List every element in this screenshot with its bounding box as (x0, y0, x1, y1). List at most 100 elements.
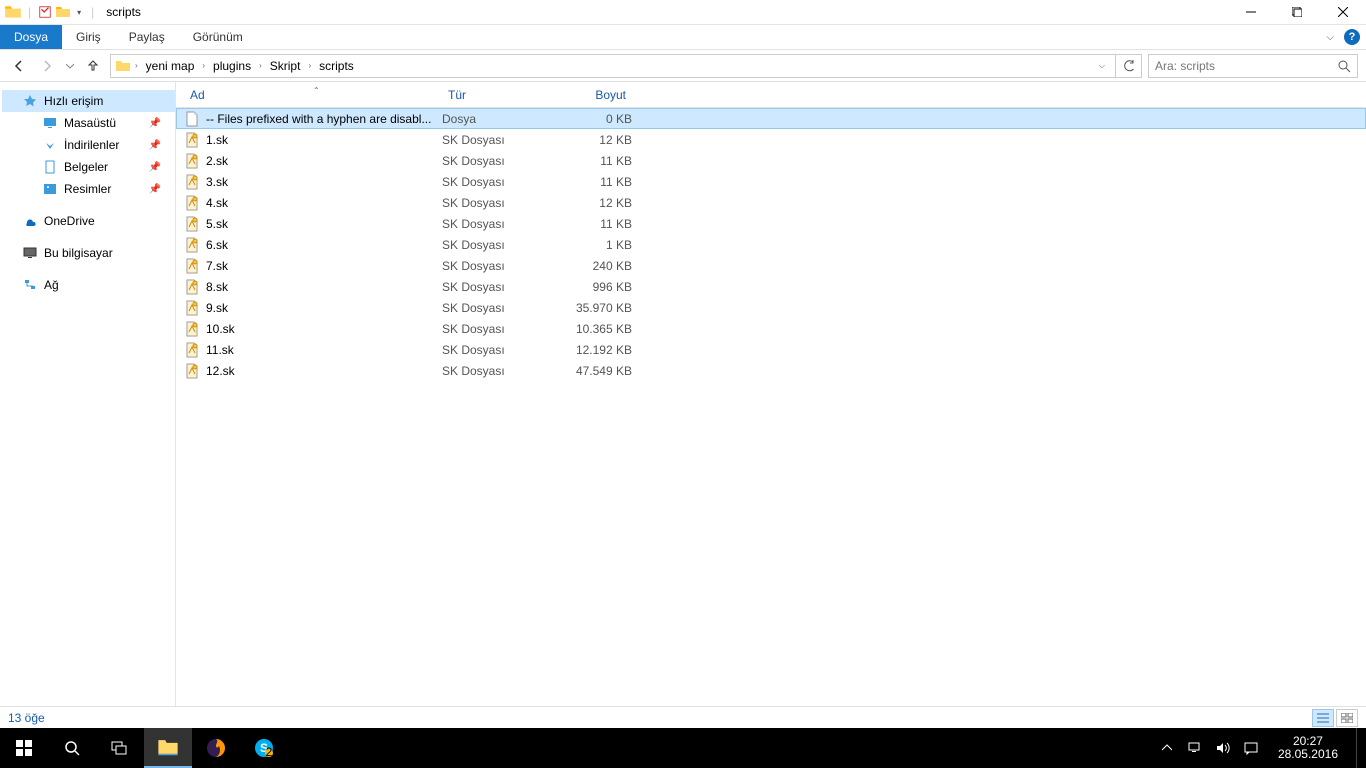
start-button[interactable] (0, 728, 48, 768)
chevron-right-icon[interactable]: › (133, 61, 140, 70)
table-row[interactable]: 5.skSK Dosyası11 KB (176, 213, 1366, 234)
column-headers: Ad⌃ Tür Boyut (176, 82, 1366, 108)
close-button[interactable] (1320, 0, 1366, 25)
file-name: 10.sk (206, 322, 442, 336)
file-name: 7.sk (206, 259, 442, 273)
file-size: 11 KB (562, 217, 632, 231)
qat-dropdown-icon[interactable]: ▾ (77, 8, 81, 17)
column-name[interactable]: Ad⌃ (184, 88, 442, 102)
file-name: 12.sk (206, 364, 442, 378)
view-icons-button[interactable] (1336, 709, 1358, 727)
taskview-button[interactable] (96, 728, 144, 768)
file-size: 10.365 KB (562, 322, 632, 336)
pin-icon: 📌 (149, 140, 161, 151)
address-dropdown-icon[interactable]: ⌵ (1093, 61, 1111, 71)
sidebar-item-network[interactable]: Ağ (2, 274, 175, 296)
table-row[interactable]: 11.skSK Dosyası12.192 KB (176, 339, 1366, 360)
minimize-button[interactable] (1228, 0, 1274, 25)
sidebar-item-label: Resimler (64, 182, 111, 196)
tab-file[interactable]: Dosya (0, 25, 62, 49)
table-row[interactable]: 2.skSK Dosyası11 KB (176, 150, 1366, 171)
tray-network-icon[interactable] (1186, 739, 1204, 757)
view-details-button[interactable] (1312, 709, 1334, 727)
pin-icon: 📌 (149, 162, 161, 173)
file-type: SK Dosyası (442, 322, 562, 336)
desktop-icon (42, 115, 58, 131)
table-row[interactable]: 10.skSK Dosyası10.365 KB (176, 318, 1366, 339)
help-icon[interactable]: ? (1344, 29, 1360, 45)
table-row[interactable]: 3.skSK Dosyası11 KB (176, 171, 1366, 192)
sidebar-item-downloads[interactable]: İndirilenler 📌 (2, 134, 175, 156)
tab-view[interactable]: Görünüm (179, 25, 257, 49)
column-type[interactable]: Tür (442, 88, 562, 102)
file-size: 996 KB (562, 280, 632, 294)
ribbon-collapse-icon[interactable]: ⌵ (1326, 32, 1334, 43)
up-button[interactable] (82, 54, 104, 78)
file-size: 12 KB (562, 133, 632, 147)
chevron-right-icon[interactable]: › (306, 61, 313, 70)
table-row[interactable]: 8.skSK Dosyası996 KB (176, 276, 1366, 297)
taskbar-firefox[interactable] (192, 728, 240, 768)
file-type: Dosya (442, 112, 562, 126)
file-name: 6.sk (206, 238, 442, 252)
breadcrumb-segment[interactable]: yeni map (142, 57, 199, 75)
tray-notifications-icon[interactable] (1242, 739, 1260, 757)
sk-file-icon (184, 258, 200, 274)
status-bar: 13 öğe (0, 706, 1366, 728)
maximize-button[interactable] (1274, 0, 1320, 25)
file-type: SK Dosyası (442, 238, 562, 252)
file-size: 12 KB (562, 196, 632, 210)
pin-icon: 📌 (149, 118, 161, 129)
sidebar-item-documents[interactable]: Belgeler 📌 (2, 156, 175, 178)
sk-file-icon (184, 216, 200, 232)
tray-volume-icon[interactable] (1214, 739, 1232, 757)
table-row[interactable]: 1.skSK Dosyası12 KB (176, 129, 1366, 150)
chevron-right-icon[interactable]: › (257, 61, 264, 70)
forward-button[interactable] (36, 54, 58, 78)
sk-file-icon (184, 237, 200, 253)
sidebar-quick-access[interactable]: Hızlı erişim (2, 90, 175, 112)
refresh-button[interactable] (1116, 54, 1142, 78)
taskbar-clock[interactable]: 20:27 28.05.2016 (1270, 735, 1346, 761)
breadcrumb-segment[interactable]: plugins (209, 57, 255, 75)
search-input[interactable]: Ara: scripts (1148, 54, 1358, 78)
search-button[interactable] (48, 728, 96, 768)
chevron-right-icon[interactable]: › (200, 61, 207, 70)
sidebar-item-desktop[interactable]: Masaüstü 📌 (2, 112, 175, 134)
taskbar: S2 20:27 28.05.2016 (0, 728, 1366, 768)
file-type: SK Dosyası (442, 154, 562, 168)
table-row[interactable]: -- Files prefixed with a hyphen are disa… (176, 108, 1366, 129)
sk-file-icon (184, 174, 200, 190)
sidebar-item-thispc[interactable]: Bu bilgisayar (2, 242, 175, 264)
file-list: Ad⌃ Tür Boyut -- Files prefixed with a h… (175, 82, 1366, 706)
qat-properties-icon[interactable] (37, 4, 53, 20)
table-row[interactable]: 12.skSK Dosyası47.549 KB (176, 360, 1366, 381)
show-desktop-button[interactable] (1356, 728, 1362, 768)
breadcrumb-segment[interactable]: Skript (266, 57, 305, 75)
item-count: 13 öğe (8, 711, 45, 725)
taskbar-skype[interactable]: S2 (240, 728, 288, 768)
sort-indicator-icon: ⌃ (313, 86, 320, 95)
tab-share[interactable]: Paylaş (115, 25, 179, 49)
sidebar-item-onedrive[interactable]: OneDrive (2, 210, 175, 232)
table-row[interactable]: 9.skSK Dosyası35.970 KB (176, 297, 1366, 318)
file-size: 0 KB (562, 112, 632, 126)
folder-icon (4, 3, 22, 21)
file-size: 1 KB (562, 238, 632, 252)
sidebar-item-label: Masaüstü (64, 116, 116, 130)
sidebar-item-pictures[interactable]: Resimler 📌 (2, 178, 175, 200)
tray-overflow-icon[interactable] (1158, 739, 1176, 757)
table-row[interactable]: 7.skSK Dosyası240 KB (176, 255, 1366, 276)
title-bar: | ▾ | scripts (0, 0, 1366, 25)
taskbar-explorer[interactable] (144, 728, 192, 768)
table-row[interactable]: 6.skSK Dosyası1 KB (176, 234, 1366, 255)
sk-file-icon (184, 195, 200, 211)
column-size[interactable]: Boyut (562, 88, 632, 102)
recent-dropdown-icon[interactable] (64, 54, 76, 78)
back-button[interactable] (8, 54, 30, 78)
picture-icon (42, 181, 58, 197)
breadcrumb-segment[interactable]: scripts (315, 57, 358, 75)
tab-home[interactable]: Giriş (62, 25, 115, 49)
table-row[interactable]: 4.skSK Dosyası12 KB (176, 192, 1366, 213)
address-bar[interactable]: › yeni map › plugins › Skript › scripts … (110, 54, 1116, 78)
